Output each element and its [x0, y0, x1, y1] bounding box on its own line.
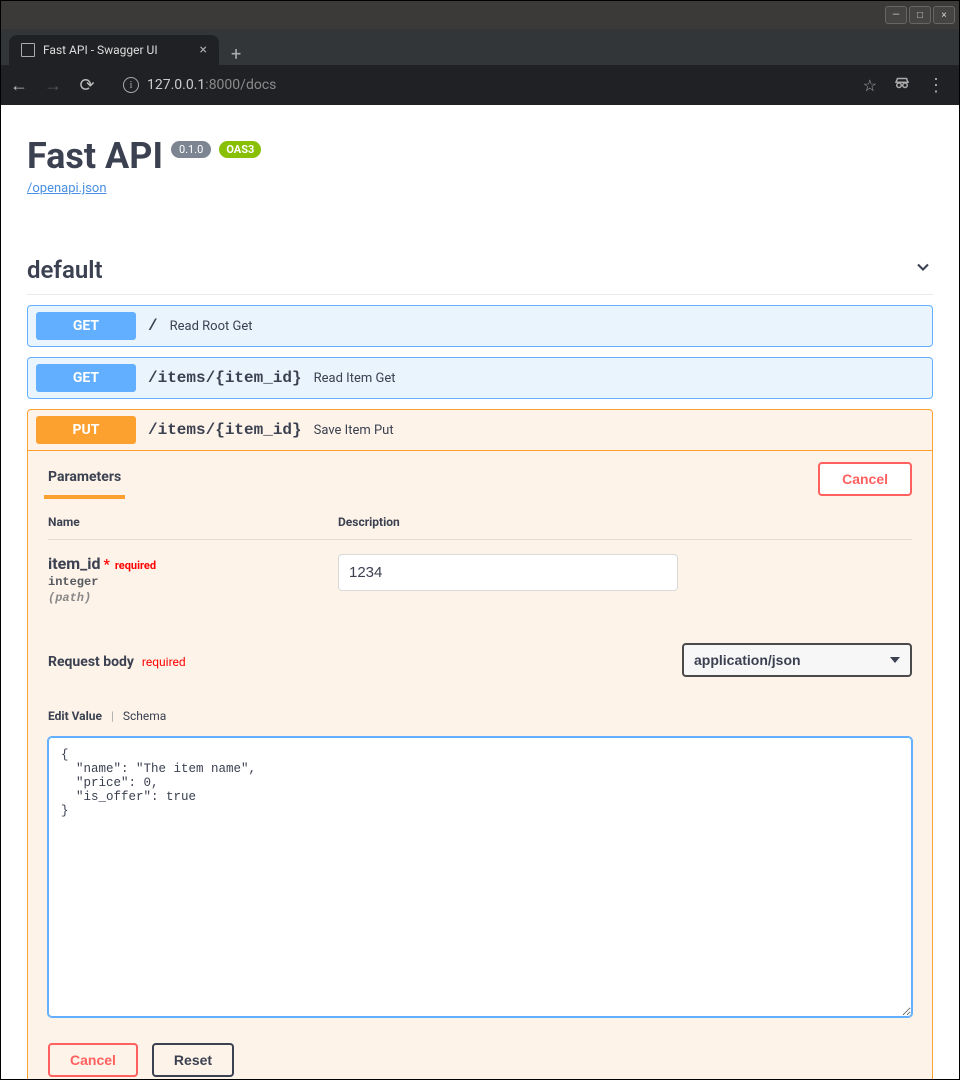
chevron-down-icon: [913, 257, 933, 283]
browser-tabbar: Fast API - Swagger UI × +: [1, 29, 959, 65]
request-body-label: Request body: [48, 654, 134, 670]
col-name: Name: [48, 515, 338, 529]
cancel-button[interactable]: Cancel: [48, 1043, 138, 1077]
content-type-select[interactable]: application/json: [682, 643, 912, 677]
window-maximize-button[interactable]: □: [909, 6, 931, 24]
os-titlebar: — □ ×: [1, 1, 959, 29]
page-viewport[interactable]: Fast API 0.1.0 OAS3 /openapi.json defaul…: [1, 105, 959, 1079]
op-summary: Read Item Get: [314, 371, 396, 386]
window-minimize-button[interactable]: —: [885, 6, 907, 24]
spec-link[interactable]: /openapi.json: [27, 181, 107, 196]
op-put-item-summary[interactable]: PUT /items/{item_id} Save Item Put: [28, 410, 932, 450]
method-badge: PUT: [36, 416, 136, 444]
required-label: required: [115, 559, 156, 572]
op-summary: Read Root Get: [170, 319, 253, 334]
method-badge: GET: [36, 312, 136, 340]
op-summary: Save Item Put: [314, 423, 394, 438]
method-badge: GET: [36, 364, 136, 392]
version-badge: 0.1.0: [171, 141, 211, 158]
browser-navbar: ← → ⟳ i 127.0.0.1:8000/docs ☆ ⋮: [1, 65, 959, 105]
op-get-item[interactable]: GET /items/{item_id} Read Item Get: [27, 357, 933, 399]
op-path: /: [148, 317, 158, 335]
op-path: /items/{item_id}: [148, 421, 302, 439]
forward-button[interactable]: →: [43, 75, 63, 96]
url-text: 127.0.0.1:8000/docs: [147, 77, 276, 93]
back-button[interactable]: ←: [9, 75, 29, 96]
request-body-required: required: [142, 655, 186, 669]
schema-tab[interactable]: Schema: [123, 709, 166, 723]
param-item-id-input[interactable]: [338, 554, 678, 591]
window-close-button[interactable]: ×: [933, 6, 955, 24]
reload-button[interactable]: ⟳: [77, 75, 97, 96]
op-get-root[interactable]: GET / Read Root Get: [27, 305, 933, 347]
page-icon: [21, 43, 35, 57]
edit-value-tab[interactable]: Edit Value: [48, 709, 102, 723]
tag-default[interactable]: default: [27, 256, 933, 295]
tab-close-icon[interactable]: ×: [200, 42, 207, 58]
op-path: /items/{item_id}: [148, 369, 302, 387]
op-put-item: PUT /items/{item_id} Save Item Put Param…: [27, 409, 933, 1079]
api-title: Fast API: [27, 135, 163, 177]
bookmark-icon[interactable]: ☆: [863, 76, 877, 95]
oas-badge: OAS3: [219, 141, 261, 158]
tab-separator: |: [111, 709, 114, 723]
cancel-tryout-button[interactable]: Cancel: [818, 462, 912, 496]
tab-title: Fast API - Swagger UI: [43, 43, 158, 57]
parameters-tab[interactable]: Parameters: [44, 459, 125, 499]
new-tab-button[interactable]: +: [219, 44, 253, 65]
param-in: (path): [48, 591, 338, 605]
site-info-icon[interactable]: i: [123, 77, 139, 93]
browser-menu-icon[interactable]: ⋮: [927, 75, 945, 96]
url-bar[interactable]: i 127.0.0.1:8000/docs: [111, 71, 849, 99]
incognito-icon[interactable]: [893, 74, 911, 96]
browser-tab[interactable]: Fast API - Swagger UI ×: [9, 35, 219, 65]
required-star: *: [104, 557, 110, 573]
col-description: Description: [338, 515, 400, 529]
param-type: integer: [48, 575, 338, 589]
reset-button[interactable]: Reset: [152, 1043, 234, 1077]
tag-name: default: [27, 256, 103, 284]
param-name: item_id: [48, 554, 101, 573]
request-body-textarea[interactable]: [48, 737, 912, 1017]
